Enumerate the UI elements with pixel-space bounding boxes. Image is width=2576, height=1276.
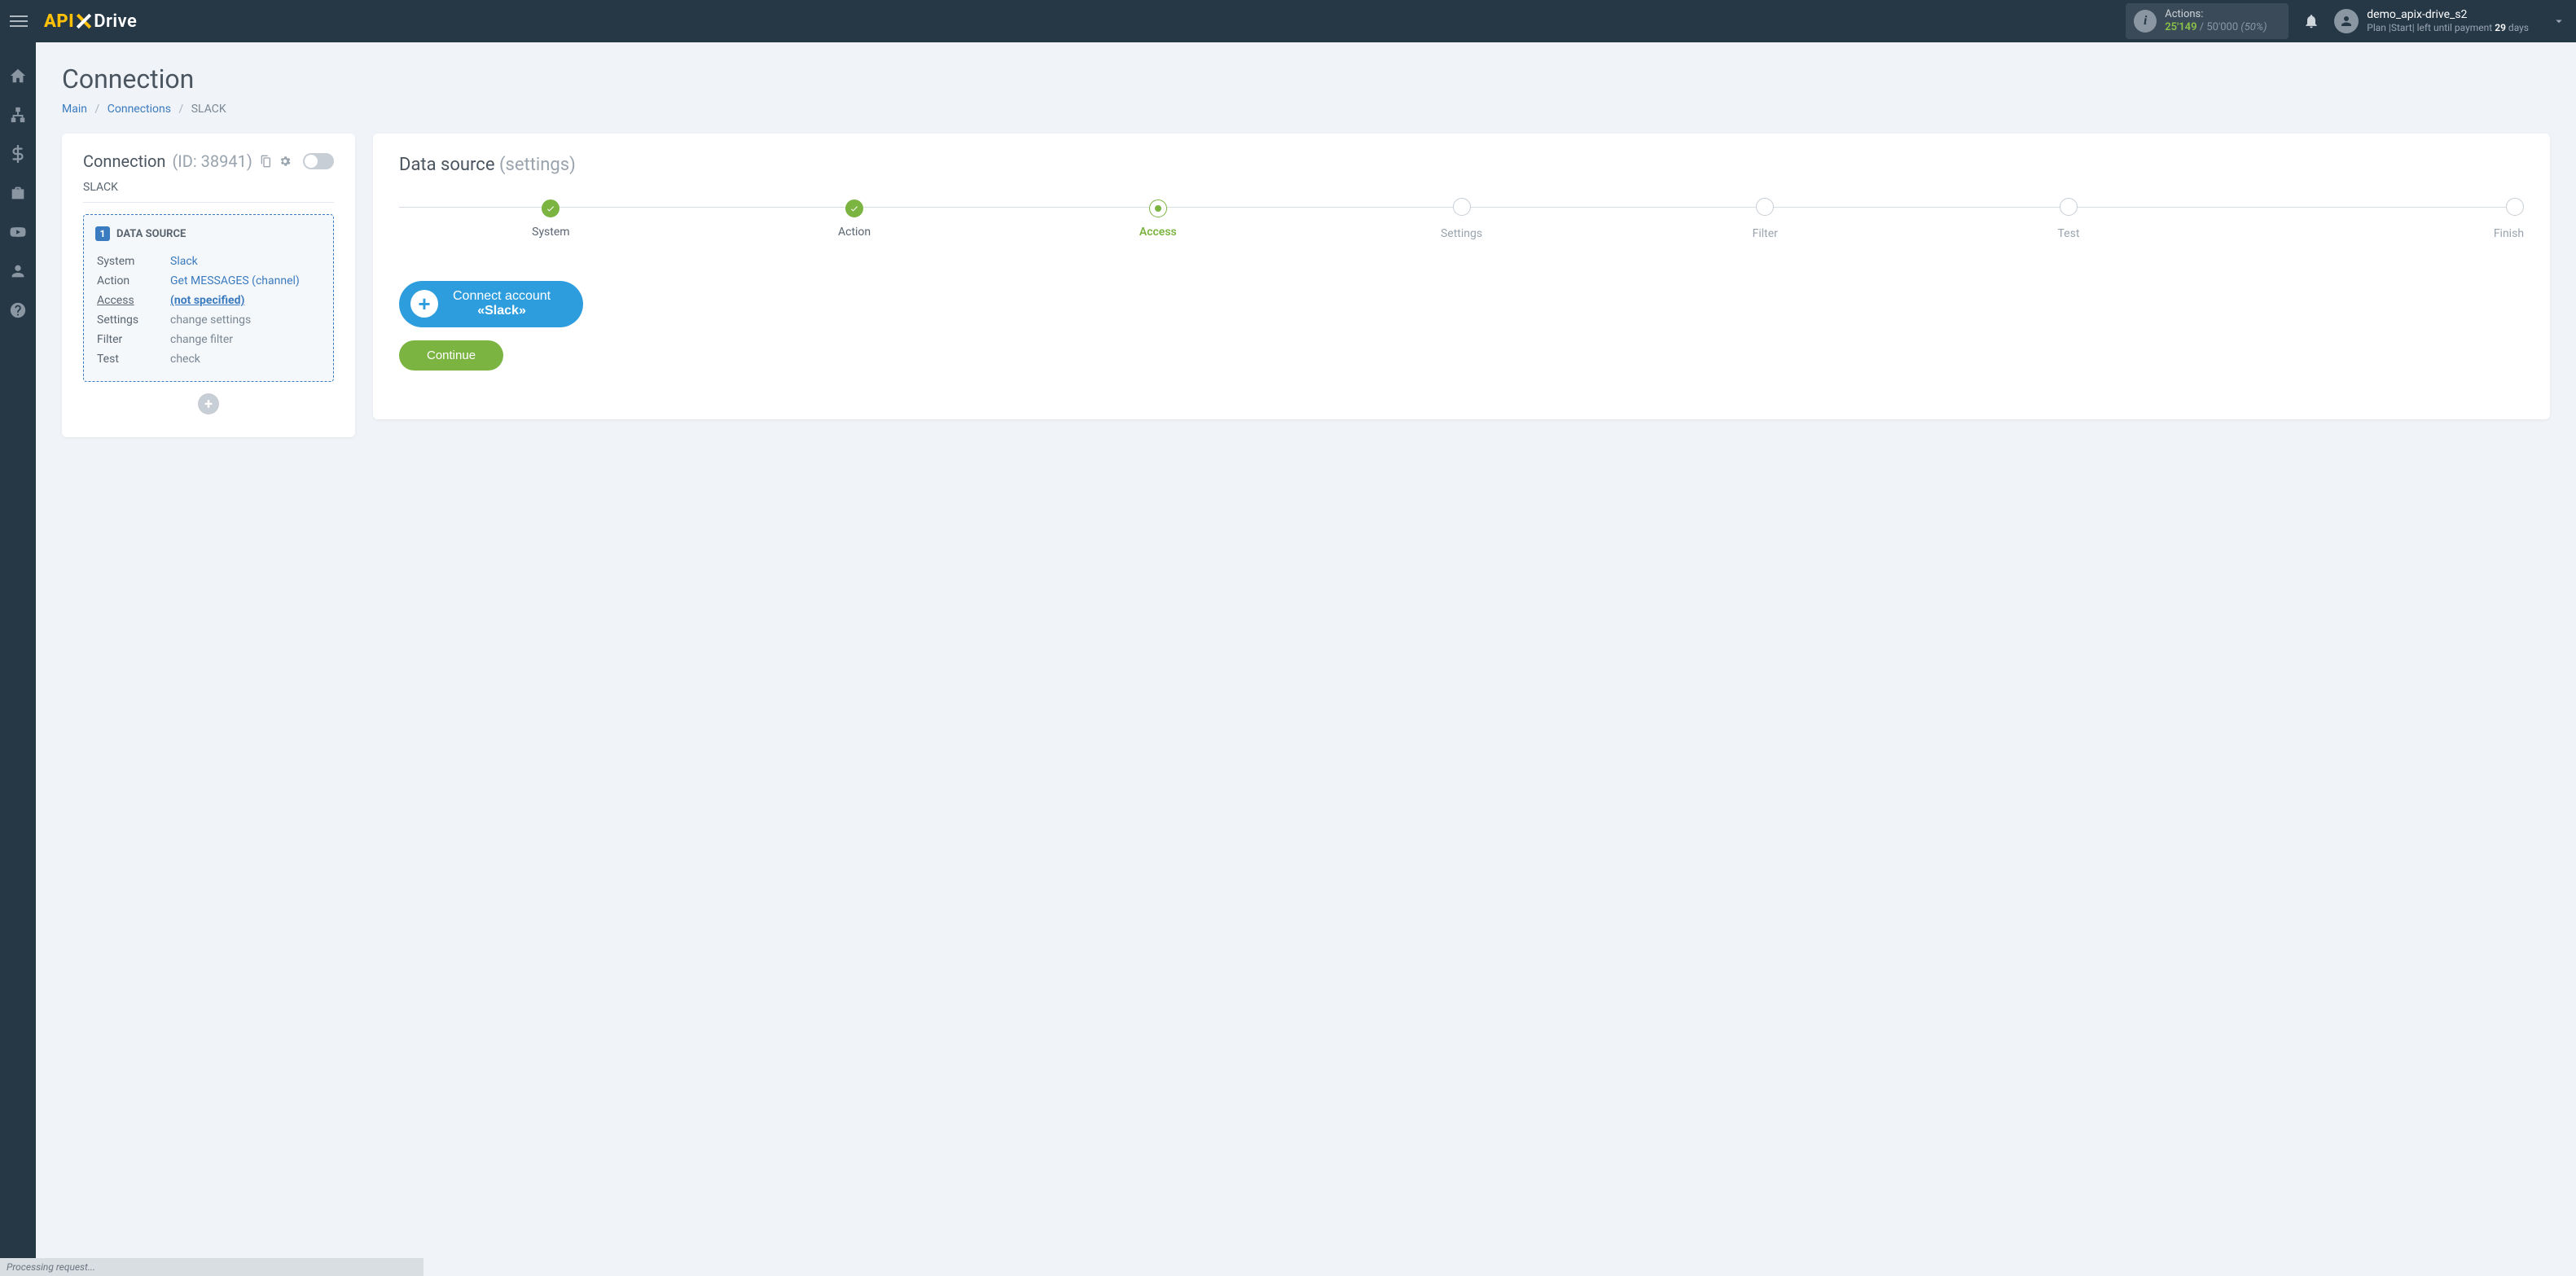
- user-block[interactable]: demo_apix-drive_s2 Plan |Start| left unt…: [2334, 8, 2529, 33]
- user-icon[interactable]: [9, 262, 27, 280]
- username: demo_apix-drive_s2: [2367, 8, 2529, 22]
- breadcrumb: Main / Connections / SLACK: [62, 103, 2550, 116]
- dollar-icon[interactable]: [9, 145, 27, 163]
- data-source-badge: 1: [95, 226, 110, 241]
- actions-total: / 50'000: [2200, 21, 2238, 33]
- step-filter: Filter: [1613, 198, 1917, 240]
- copy-icon[interactable]: [259, 155, 272, 168]
- crumb-main[interactable]: Main: [62, 103, 87, 116]
- help-icon[interactable]: [9, 301, 27, 319]
- chevron-down-icon[interactable]: [2552, 14, 2566, 29]
- settings-title: Data source: [399, 155, 495, 175]
- topbar: API Drive i Actions: 25'149 / 50'000 (50…: [0, 0, 2576, 42]
- logo-drive: Drive: [94, 11, 137, 32]
- sidebar: [0, 42, 36, 1276]
- row-filter: Filterchange filter: [97, 331, 320, 349]
- step-action[interactable]: Action: [703, 200, 1007, 239]
- home-icon[interactable]: [9, 67, 27, 85]
- connection-subtitle: SLACK: [83, 181, 334, 203]
- processing-status: Processing request...: [0, 1258, 423, 1276]
- step-system[interactable]: System: [399, 200, 703, 239]
- data-source-box: 1 DATA SOURCE SystemSlack ActionGet MESS…: [83, 214, 334, 382]
- avatar-icon: [2334, 9, 2359, 33]
- sitemap-icon[interactable]: [9, 106, 27, 124]
- data-source-heading: DATA SOURCE: [116, 228, 186, 240]
- actions-percent: (50%): [2240, 21, 2267, 33]
- plus-icon: +: [410, 290, 438, 318]
- add-destination-button[interactable]: +: [198, 393, 219, 414]
- connection-id: (ID: 38941): [172, 151, 252, 171]
- step-access[interactable]: Access: [1006, 200, 1310, 239]
- actions-used: 25'149: [2165, 21, 2196, 33]
- briefcase-icon[interactable]: [9, 184, 27, 202]
- step-settings: Settings: [1310, 198, 1613, 240]
- continue-button[interactable]: Continue: [399, 340, 503, 371]
- panel-title: Connection: [83, 151, 165, 171]
- step-finish: Finish: [2220, 198, 2524, 240]
- logo-x-icon: [76, 12, 92, 30]
- row-system: SystemSlack: [97, 252, 320, 270]
- actions-counter[interactable]: i Actions: 25'149 / 50'000 (50%): [2126, 3, 2289, 38]
- crumb-connections[interactable]: Connections: [108, 103, 171, 116]
- settings-subtitle: (settings): [499, 155, 576, 175]
- row-settings: Settingschange settings: [97, 311, 320, 329]
- enable-toggle[interactable]: [303, 153, 334, 169]
- settings-panel: Data source (settings) System Action: [373, 134, 2550, 419]
- youtube-icon[interactable]: [9, 223, 27, 241]
- crumb-current: SLACK: [191, 103, 226, 116]
- connection-panel: Connection (ID: 38941) SLACK 1 DATA SOUR…: [62, 134, 355, 437]
- step-test: Test: [1917, 198, 2221, 240]
- page-title: Connection: [62, 64, 2550, 94]
- connect-account-button[interactable]: + Connect account «Slack»: [399, 281, 583, 327]
- plan-line: Plan |Start| left until payment 29 days: [2367, 22, 2529, 33]
- stepper: System Action Access Settings: [399, 198, 2524, 240]
- actions-label: Actions:: [2165, 8, 2267, 21]
- logo[interactable]: API Drive: [44, 11, 137, 32]
- bell-icon[interactable]: [2303, 13, 2319, 29]
- row-access: Access(not specified): [97, 292, 320, 309]
- info-icon: i: [2134, 10, 2157, 33]
- menu-icon[interactable]: [10, 10, 33, 33]
- row-test: Testcheck: [97, 350, 320, 368]
- logo-api: API: [44, 11, 74, 32]
- gear-icon[interactable]: [279, 155, 292, 168]
- row-action: ActionGet MESSAGES (channel): [97, 272, 320, 290]
